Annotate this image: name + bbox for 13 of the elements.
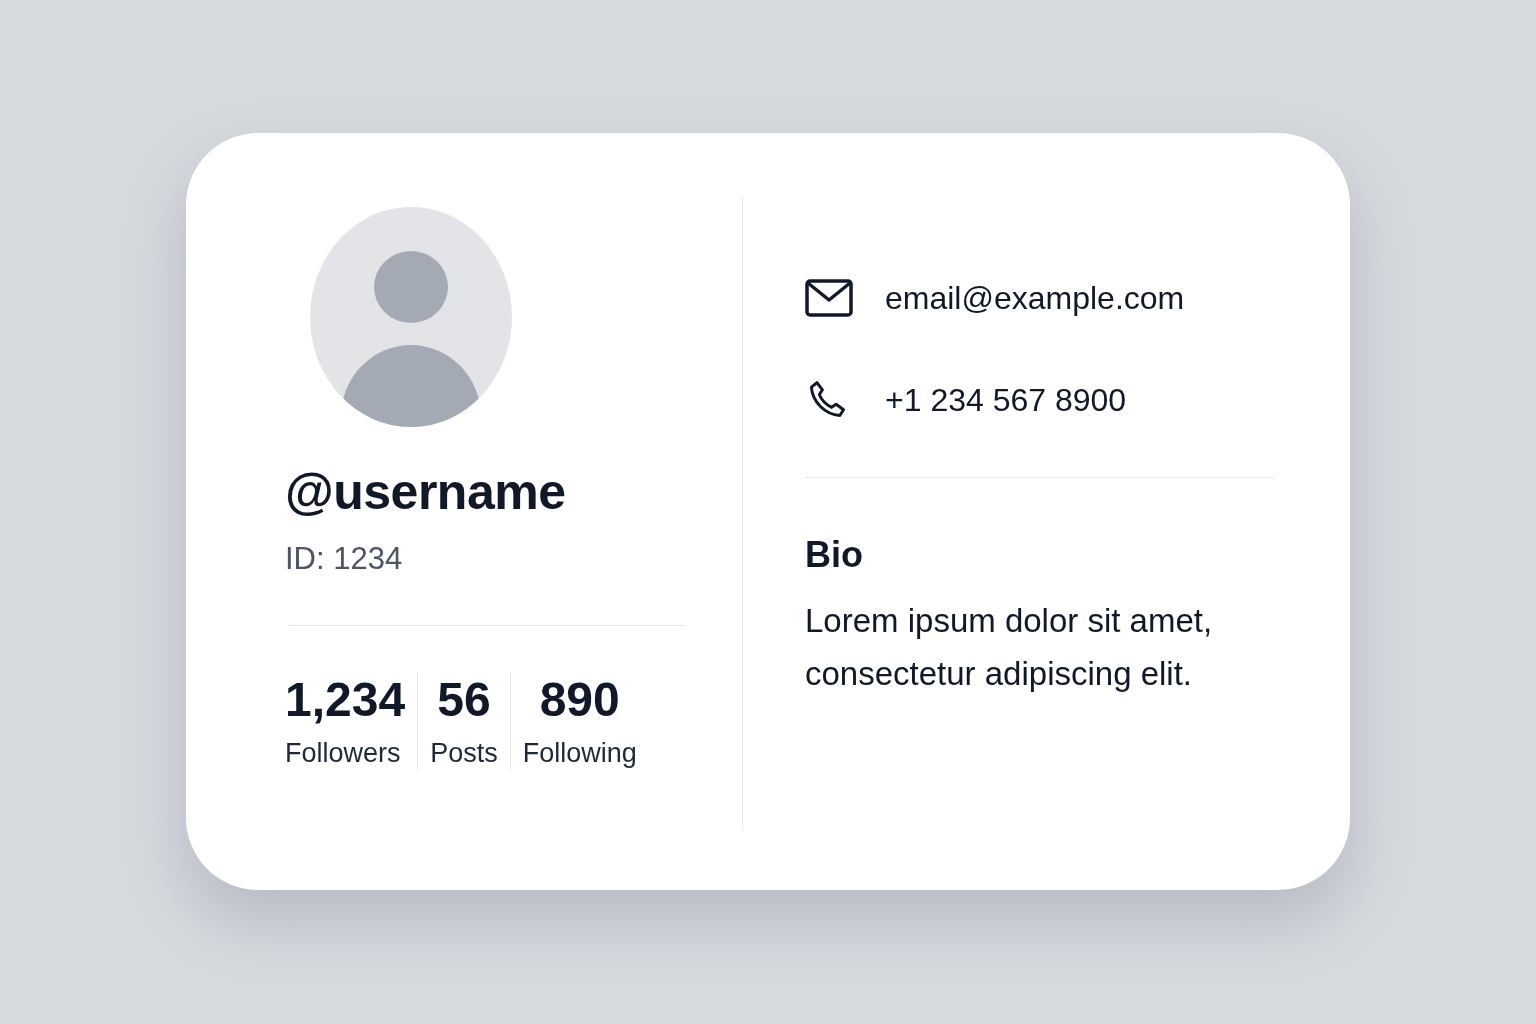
stat-value: 890 xyxy=(539,672,620,728)
stat-label: Following xyxy=(522,738,637,769)
email-address: email@example.com xyxy=(885,279,1185,317)
phone-number: +1 234 567 8900 xyxy=(885,381,1127,419)
stat-value: 1,234 xyxy=(285,672,406,728)
username: @username xyxy=(285,463,567,521)
bio-heading: Bio xyxy=(805,534,864,576)
stat-label: Followers xyxy=(285,738,401,769)
user-id: ID: 1234 xyxy=(285,541,404,577)
bio-text: Lorem ipsum dolor sit amet, consectetur adipiscing elit. xyxy=(805,601,1214,694)
stat-value: 56 xyxy=(437,672,491,728)
mail-icon xyxy=(805,279,853,317)
stat-label: Posts xyxy=(430,738,498,769)
